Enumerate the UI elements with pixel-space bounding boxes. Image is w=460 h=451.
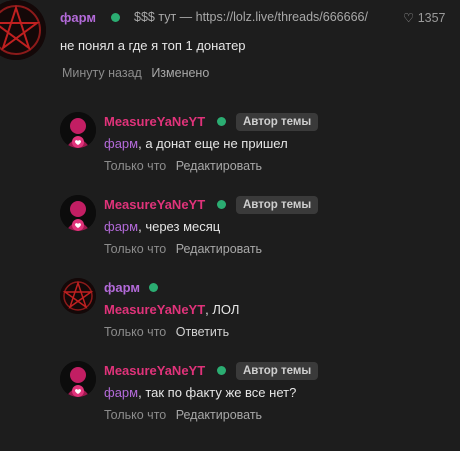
reply-time[interactable]: Только что (104, 325, 166, 339)
online-indicator (111, 13, 120, 22)
edit-link[interactable]: Редактировать (176, 159, 262, 173)
mention-link[interactable]: фарм (104, 219, 138, 234)
anime-avatar-icon (60, 195, 96, 231)
topic-author-badge: Автор темы (236, 196, 319, 214)
edited-label[interactable]: Изменено (151, 66, 209, 80)
online-indicator (217, 366, 226, 375)
reply-time[interactable]: Только что (104, 159, 166, 173)
avatar[interactable] (60, 112, 96, 148)
like-icon: ♡ (403, 11, 415, 25)
mention-link[interactable]: MeasureYaNeYT (104, 302, 205, 317)
author-name[interactable]: MeasureYaNeYT (104, 197, 205, 212)
author-name[interactable]: MeasureYaNeYT (104, 114, 205, 129)
avatar[interactable] (60, 195, 96, 231)
avatar[interactable] (60, 361, 96, 397)
reply-item: MeasureYaNeYT Автор темы фарм, через мес… (0, 195, 460, 265)
reply-meta: Только что Редактировать (104, 159, 262, 173)
author-name[interactable]: фарм (60, 10, 96, 25)
online-indicator (217, 117, 226, 126)
like-count: 1357 (417, 11, 446, 25)
post-meta: Минуту назад Изменено (62, 66, 209, 80)
mention-link[interactable]: фарм (104, 385, 138, 400)
reply-link[interactable]: Ответить (176, 325, 229, 339)
reply-time[interactable]: Только что (104, 242, 166, 256)
reply-text: фарм, так по факту же все нет? (104, 385, 296, 400)
user-status: $$$ тут — https://lolz.live/threads/6666… (134, 10, 368, 24)
post-text: не понял а где я топ 1 донатер (60, 38, 246, 53)
reply-text: фарм, а донат еще не пришел (104, 136, 288, 151)
reply-meta: Только что Редактировать (104, 408, 262, 422)
anime-avatar-icon (60, 361, 96, 397)
reply-body: , ЛОЛ (205, 302, 240, 317)
reply-time[interactable]: Только что (104, 408, 166, 422)
reply-body: , через месяц (138, 219, 221, 234)
online-indicator (217, 200, 226, 209)
like-counter[interactable]: ♡ 1357 (403, 10, 446, 25)
main-post: фарм $$$ тут — https://lolz.live/threads… (0, 0, 460, 96)
pentagram-avatar-icon (60, 278, 96, 314)
reply-body: , так по факту же все нет? (138, 385, 297, 400)
avatar[interactable] (60, 278, 96, 314)
topic-author-badge: Автор темы (236, 362, 319, 380)
reply-item: фарм MeasureYaNeYT, ЛОЛ Только что Ответ… (0, 278, 460, 348)
edit-link[interactable]: Редактировать (176, 242, 262, 256)
reply-body: , а донат еще не пришел (138, 136, 288, 151)
topic-author-badge: Автор темы (236, 113, 319, 131)
anime-avatar-icon (60, 112, 96, 148)
reply-meta: Только что Редактировать (104, 242, 262, 256)
online-indicator (149, 283, 158, 292)
reply-text: MeasureYaNeYT, ЛОЛ (104, 302, 239, 317)
reply-item: MeasureYaNeYT Автор темы фарм, а донат е… (0, 112, 460, 182)
reply-item: MeasureYaNeYT Автор темы фарм, так по фа… (0, 361, 460, 431)
author-name[interactable]: MeasureYaNeYT (104, 363, 205, 378)
pentagram-avatar-icon (0, 0, 46, 60)
edit-link[interactable]: Редактировать (176, 408, 262, 422)
author-name[interactable]: фарм (104, 280, 140, 295)
reply-text: фарм, через месяц (104, 219, 220, 234)
avatar[interactable] (0, 0, 46, 60)
post-time[interactable]: Минуту назад (62, 66, 142, 80)
mention-link[interactable]: фарм (104, 136, 138, 151)
reply-meta: Только что Ответить (104, 325, 229, 339)
